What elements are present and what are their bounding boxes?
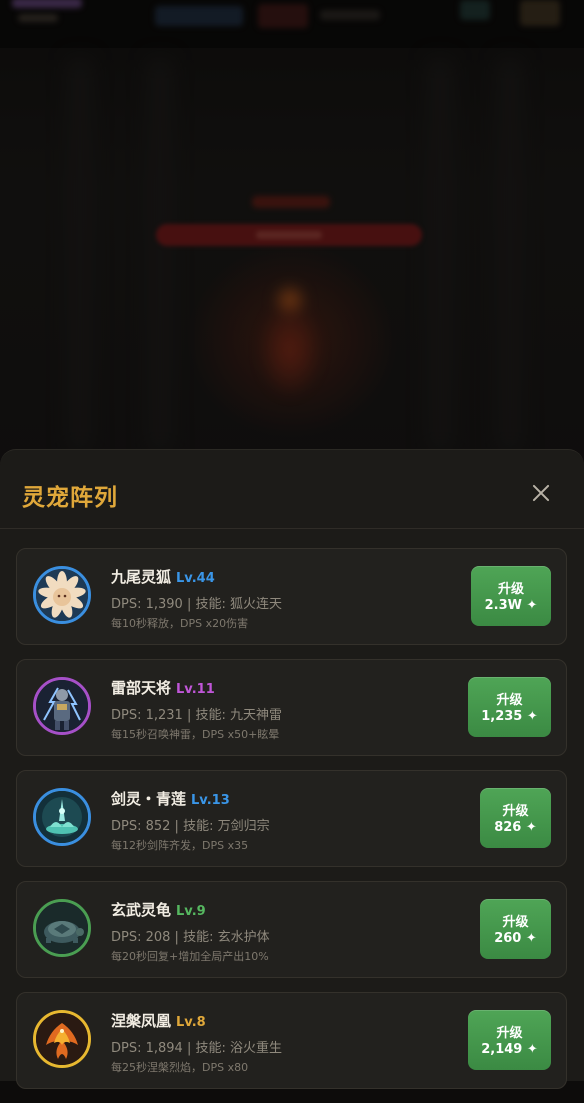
upgrade-button[interactable]: 升级 260 ✦ — [480, 899, 551, 959]
upgrade-button[interactable]: 升级 826 ✦ — [480, 788, 551, 848]
pet-name: 玄武灵龟 — [111, 901, 172, 919]
pet-name: 剑灵・青莲 — [111, 790, 187, 808]
pet-name: 涅槃凤凰 — [111, 1012, 172, 1030]
close-icon[interactable] — [526, 478, 556, 508]
upgrade-label: 升级 — [496, 1026, 523, 1041]
upgrade-label: 升级 — [502, 915, 529, 930]
upgrade-cost: 2,149 ✦ — [481, 1042, 538, 1057]
upgrade-cost: 1,235 ✦ — [481, 709, 538, 724]
modal-overlay[interactable] — [0, 0, 584, 470]
pet-skill-desc: 每12秒剑阵齐发，DPS x35 — [111, 839, 249, 852]
pet-card: 九尾灵狐 Lv.44 DPS: 1,390 | 技能: 狐火连天 每10秒释放，D… — [16, 548, 567, 645]
black-tortoise-icon — [33, 899, 91, 957]
upgrade-button[interactable]: 升级 2.3W ✦ — [471, 566, 551, 626]
pet-skill-desc: 每20秒回复+增加全局产出10% — [111, 950, 269, 963]
pet-stats: DPS: 852 | 技能: 万剑归宗 — [111, 819, 270, 834]
nine-tailed-fox-icon — [33, 566, 91, 624]
game-background — [0, 0, 584, 470]
upgrade-button[interactable]: 升级 1,235 ✦ — [468, 677, 551, 737]
pet-level: Lv.44 — [176, 571, 215, 586]
pet-name: 雷部天将 — [111, 679, 172, 697]
upgrade-label: 升级 — [502, 804, 529, 819]
pet-stats: DPS: 1,894 | 技能: 浴火重生 — [111, 1041, 282, 1056]
pet-level: Lv.11 — [176, 682, 215, 697]
sword-spirit-lotus-icon — [33, 788, 91, 846]
phoenix-icon — [33, 1010, 91, 1068]
pet-skill-desc: 每25秒涅槃烈焰，DPS x80 — [111, 1061, 249, 1074]
pet-card: 剑灵・青莲 Lv.13 DPS: 852 | 技能: 万剑归宗 每12秒剑阵齐发，… — [16, 770, 567, 867]
pet-list: 九尾灵狐 Lv.44 DPS: 1,390 | 技能: 狐火连天 每10秒释放，D… — [16, 548, 567, 1103]
upgrade-cost: 260 ✦ — [494, 931, 537, 946]
pet-level: Lv.13 — [191, 793, 230, 808]
pet-name: 九尾灵狐 — [111, 568, 172, 586]
pet-stats: DPS: 1,231 | 技能: 九天神雷 — [111, 708, 282, 723]
pet-skill-desc: 每15秒召唤神雷，DPS x50+眩晕 — [111, 728, 280, 741]
pet-skill-desc: 每10秒释放，DPS x20伤害 — [111, 617, 249, 630]
pet-level: Lv.8 — [176, 1015, 206, 1030]
thunder-general-icon — [33, 677, 91, 735]
upgrade-label: 升级 — [496, 693, 523, 708]
pet-card: 雷部天将 Lv.11 DPS: 1,231 | 技能: 九天神雷 每15秒召唤神雷… — [16, 659, 567, 756]
pet-stats: DPS: 1,390 | 技能: 狐火连天 — [111, 597, 282, 612]
pet-card: 涅槃凤凰 Lv.8 DPS: 1,894 | 技能: 浴火重生 每25秒涅槃烈焰，… — [16, 992, 567, 1089]
pet-stats: DPS: 208 | 技能: 玄水护体 — [111, 930, 270, 945]
upgrade-label: 升级 — [497, 582, 524, 597]
upgrade-cost: 826 ✦ — [494, 820, 537, 835]
pet-card: 玄武灵龟 Lv.9 DPS: 208 | 技能: 玄水护体 每20秒回复+增加全局… — [16, 881, 567, 978]
upgrade-cost: 2.3W ✦ — [484, 598, 538, 613]
pet-roster-panel: 灵宠阵列 九尾灵狐 Lv.44 DPS: 1,390 | 技能: 狐火连天 每1… — [0, 449, 584, 1089]
panel-title: 灵宠阵列 — [22, 485, 118, 511]
pet-level: Lv.9 — [176, 904, 206, 919]
panel-header: 灵宠阵列 — [0, 450, 584, 529]
upgrade-button[interactable]: 升级 2,149 ✦ — [468, 1010, 551, 1070]
